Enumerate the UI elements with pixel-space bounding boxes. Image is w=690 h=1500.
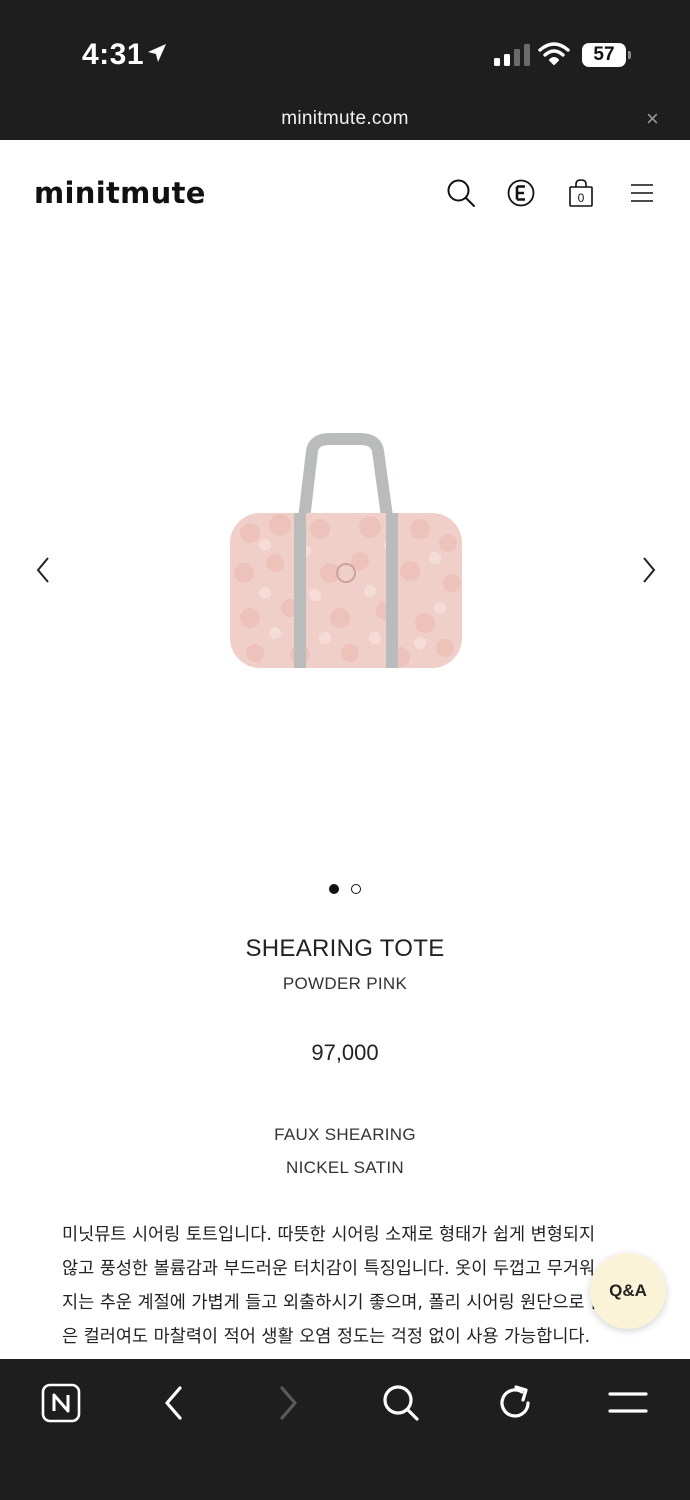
shopping-bag-icon[interactable]: 0 — [564, 176, 598, 210]
url-bar[interactable]: minitmute.com — [0, 108, 690, 130]
cart-count: 0 — [578, 191, 585, 205]
status-time: 4:31 — [82, 38, 145, 71]
cellular-signal-icon — [494, 44, 530, 66]
carousel-dot-2[interactable] — [351, 884, 361, 894]
battery-tip — [628, 51, 631, 59]
product-material-2: NICKEL SATIN — [286, 1158, 404, 1177]
menu-icon[interactable] — [625, 176, 659, 210]
product-color: POWDER PINK — [282, 974, 408, 993]
product-price: 97,000 — [311, 1040, 379, 1065]
product-description: 미닛뮤트 시어링 토트입니다. 따뜻한 시어링 소재로 형태가 쉽게 변형되지 … — [62, 1218, 642, 1354]
search-icon[interactable] — [379, 1381, 423, 1425]
product-name: SHEARING TOTE — [245, 935, 445, 962]
carousel-dot-1[interactable] — [329, 884, 339, 894]
browser-top-chrome: 4:31 57 minitmute.com × — [0, 0, 690, 140]
browser-toolbar — [0, 1359, 690, 1500]
product-material-1: FAUX SHEARING — [274, 1125, 416, 1144]
wifi-icon — [538, 42, 570, 71]
carousel-pagination — [0, 884, 690, 894]
carousel-prev-icon[interactable] — [32, 554, 56, 586]
site-header: minitmute 0 — [0, 140, 690, 245]
description-line: 않고 풍성한 볼륨감과 부드러운 터치감이 특징입니다. 옷이 두껍고 무거워 — [62, 1259, 596, 1279]
product-image — [220, 433, 470, 688]
back-arrow-icon[interactable] — [152, 1381, 196, 1425]
naver-home-icon[interactable] — [39, 1381, 83, 1425]
description-line: 미닛뮤트 시어링 토트입니다. 따뜻한 시어링 소재로 형태가 쉽게 변형되지 — [62, 1225, 596, 1245]
product-image-carousel[interactable] — [0, 245, 690, 865]
description-line: 은 컬러여도 마찰력이 적어 생활 오염 정도는 걱정 없이 사용 가능합니다. — [62, 1327, 591, 1347]
e-coin-icon[interactable] — [504, 176, 538, 210]
menu-icon[interactable] — [606, 1381, 650, 1425]
search-icon[interactable] — [444, 176, 478, 210]
forward-arrow-icon[interactable] — [266, 1381, 310, 1425]
battery-icon: 57 — [582, 43, 626, 67]
site-logo[interactable]: minitmute — [34, 176, 206, 210]
refresh-icon[interactable] — [493, 1381, 537, 1425]
location-arrow-icon — [146, 42, 168, 69]
close-icon[interactable]: × — [646, 108, 659, 130]
qa-button[interactable]: Q&A — [590, 1253, 666, 1329]
carousel-next-icon[interactable] — [636, 554, 660, 586]
description-line: 지는 추운 계절에 가볍게 들고 외출하시기 좋으며, 폴리 시어링 원단으로 … — [62, 1293, 607, 1313]
